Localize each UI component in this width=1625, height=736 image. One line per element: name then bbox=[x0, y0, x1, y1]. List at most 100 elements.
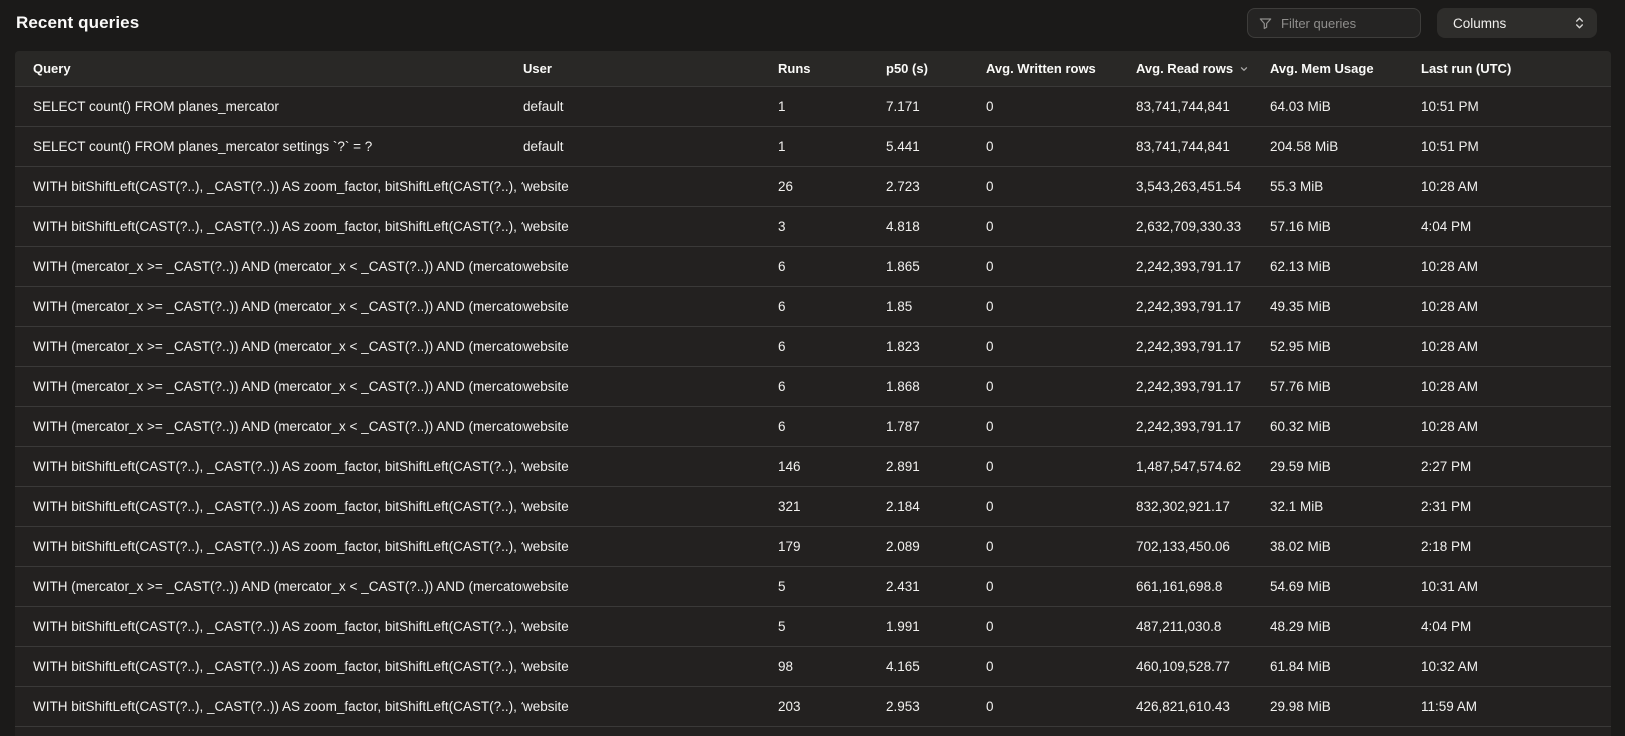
columns-select[interactable]: Columns bbox=[1437, 8, 1597, 38]
cell-runs: 179 bbox=[778, 539, 886, 554]
cell-p50: 2.953 bbox=[886, 699, 986, 714]
table-row-partial bbox=[15, 726, 1611, 736]
cell-runs: 3 bbox=[778, 219, 886, 234]
table-row[interactable]: WITH bitShiftLeft(CAST(?..), _CAST(?..))… bbox=[15, 166, 1611, 206]
cell-p50: 7.171 bbox=[886, 99, 986, 114]
cell-query: WITH bitShiftLeft(CAST(?..), _CAST(?..))… bbox=[15, 499, 523, 514]
cell-p50: 2.184 bbox=[886, 499, 986, 514]
cell-query: WITH bitShiftLeft(CAST(?..), _CAST(?..))… bbox=[15, 459, 523, 474]
cell-query: WITH (mercator_x >= _CAST(?..)) AND (mer… bbox=[15, 299, 523, 314]
column-header-read[interactable]: Avg. Read rows bbox=[1136, 61, 1270, 76]
cell-lastrun: 2:27 PM bbox=[1421, 459, 1611, 474]
table-row[interactable]: WITH bitShiftLeft(CAST(?..), _CAST(?..))… bbox=[15, 686, 1611, 726]
table-row[interactable]: WITH bitShiftLeft(CAST(?..), _CAST(?..))… bbox=[15, 526, 1611, 566]
table-row[interactable]: SELECT count() FROM planes_mercatordefau… bbox=[15, 86, 1611, 126]
cell-query: WITH bitShiftLeft(CAST(?..), _CAST(?..))… bbox=[15, 539, 523, 554]
cell-query: WITH (mercator_x >= _CAST(?..)) AND (mer… bbox=[15, 259, 523, 274]
sort-desc-chevron-icon bbox=[1239, 64, 1249, 74]
cell-lastrun: 10:28 AM bbox=[1421, 259, 1611, 274]
column-header-user[interactable]: User bbox=[523, 61, 778, 76]
column-header-query[interactable]: Query bbox=[15, 61, 523, 76]
cell-mem: 64.03 MiB bbox=[1270, 99, 1421, 114]
cell-lastrun: 10:28 AM bbox=[1421, 299, 1611, 314]
table-row[interactable]: WITH (mercator_x >= _CAST(?..)) AND (mer… bbox=[15, 286, 1611, 326]
cell-mem: 38.02 MiB bbox=[1270, 539, 1421, 554]
cell-query: WITH (mercator_x >= _CAST(?..)) AND (mer… bbox=[15, 579, 523, 594]
table-row[interactable]: WITH (mercator_x >= _CAST(?..)) AND (mer… bbox=[15, 566, 1611, 606]
cell-read: 426,821,610.43 bbox=[1136, 699, 1270, 714]
table-row[interactable]: WITH bitShiftLeft(CAST(?..), _CAST(?..))… bbox=[15, 206, 1611, 246]
cell-written: 0 bbox=[986, 419, 1136, 434]
filter-queries-input[interactable] bbox=[1281, 16, 1410, 31]
cell-user: default bbox=[523, 99, 778, 114]
column-header-written[interactable]: Avg. Written rows bbox=[986, 61, 1136, 76]
table-row[interactable]: WITH bitShiftLeft(CAST(?..), _CAST(?..))… bbox=[15, 486, 1611, 526]
cell-read: 3,543,263,451.54 bbox=[1136, 179, 1270, 194]
cell-p50: 2.891 bbox=[886, 459, 986, 474]
table-row[interactable]: WITH bitShiftLeft(CAST(?..), _CAST(?..))… bbox=[15, 646, 1611, 686]
cell-mem: 49.35 MiB bbox=[1270, 299, 1421, 314]
table-row[interactable]: WITH (mercator_x >= _CAST(?..)) AND (mer… bbox=[15, 246, 1611, 286]
cell-user: website bbox=[523, 579, 778, 594]
table-row[interactable]: WITH bitShiftLeft(CAST(?..), _CAST(?..))… bbox=[15, 446, 1611, 486]
column-header-mem[interactable]: Avg. Mem Usage bbox=[1270, 61, 1421, 76]
cell-written: 0 bbox=[986, 299, 1136, 314]
cell-user: website bbox=[523, 339, 778, 354]
chevron-up-down-icon bbox=[1574, 16, 1585, 30]
recent-queries-table: QueryUserRunsp50 (s)Avg. Written rowsAvg… bbox=[15, 51, 1611, 736]
cell-lastrun: 4:04 PM bbox=[1421, 619, 1611, 634]
cell-query: WITH (mercator_x >= _CAST(?..)) AND (mer… bbox=[15, 339, 523, 354]
column-header-label: p50 (s) bbox=[886, 61, 928, 76]
columns-select-label: Columns bbox=[1453, 16, 1506, 31]
cell-lastrun: 10:28 AM bbox=[1421, 179, 1611, 194]
column-header-label: Last run (UTC) bbox=[1421, 61, 1511, 76]
cell-read: 2,242,393,791.17 bbox=[1136, 339, 1270, 354]
cell-user: website bbox=[523, 619, 778, 634]
cell-written: 0 bbox=[986, 539, 1136, 554]
recent-queries-page: Recent queries Columns Query User Runsp50 … bbox=[0, 0, 1625, 736]
cell-user: default bbox=[523, 139, 778, 154]
cell-user: website bbox=[523, 459, 778, 474]
cell-mem: 57.76 MiB bbox=[1270, 379, 1421, 394]
cell-runs: 5 bbox=[778, 619, 886, 634]
column-header-p50[interactable]: p50 (s) bbox=[886, 61, 986, 76]
cell-lastrun: 10:28 AM bbox=[1421, 379, 1611, 394]
cell-runs: 6 bbox=[778, 379, 886, 394]
column-header-runs[interactable]: Runs bbox=[778, 61, 886, 76]
cell-query: WITH bitShiftLeft(CAST(?..), _CAST(?..))… bbox=[15, 659, 523, 674]
column-header-lastrun[interactable]: Last run (UTC) bbox=[1421, 61, 1611, 76]
table-row[interactable]: WITH (mercator_x >= _CAST(?..)) AND (mer… bbox=[15, 366, 1611, 406]
cell-runs: 6 bbox=[778, 299, 886, 314]
cell-mem: 48.29 MiB bbox=[1270, 619, 1421, 634]
column-header-label: Query bbox=[33, 61, 71, 76]
cell-p50: 4.818 bbox=[886, 219, 986, 234]
cell-user: website bbox=[523, 259, 778, 274]
cell-mem: 204.58 MiB bbox=[1270, 139, 1421, 154]
page-title: Recent queries bbox=[16, 13, 139, 33]
cell-user: website bbox=[523, 419, 778, 434]
column-header-label: User bbox=[523, 61, 552, 76]
table-row[interactable]: WITH (mercator_x >= _CAST(?..)) AND (mer… bbox=[15, 326, 1611, 366]
cell-mem: 55.3 MiB bbox=[1270, 179, 1421, 194]
cell-read: 832,302,921.17 bbox=[1136, 499, 1270, 514]
cell-read: 83,741,744,841 bbox=[1136, 99, 1270, 114]
filter-funnel-icon bbox=[1258, 16, 1273, 31]
cell-lastrun: 4:04 PM bbox=[1421, 219, 1611, 234]
table-row[interactable]: SELECT count() FROM planes_mercator sett… bbox=[15, 126, 1611, 166]
cell-query: WITH bitShiftLeft(CAST(?..), _CAST(?..))… bbox=[15, 619, 523, 634]
cell-runs: 6 bbox=[778, 419, 886, 434]
cell-p50: 1.865 bbox=[886, 259, 986, 274]
cell-user: website bbox=[523, 179, 778, 194]
cell-p50: 1.868 bbox=[886, 379, 986, 394]
cell-read: 2,242,393,791.17 bbox=[1136, 299, 1270, 314]
table-row[interactable]: WITH bitShiftLeft(CAST(?..), _CAST(?..))… bbox=[15, 606, 1611, 646]
cell-p50: 4.165 bbox=[886, 659, 986, 674]
cell-written: 0 bbox=[986, 179, 1136, 194]
table-row[interactable]: WITH (mercator_x >= _CAST(?..)) AND (mer… bbox=[15, 406, 1611, 446]
cell-runs: 203 bbox=[778, 699, 886, 714]
column-header-label: Avg. Mem Usage bbox=[1270, 61, 1374, 76]
cell-read: 487,211,030.8 bbox=[1136, 619, 1270, 634]
cell-lastrun: 10:51 PM bbox=[1421, 99, 1611, 114]
cell-lastrun: 11:59 AM bbox=[1421, 699, 1611, 714]
cell-read: 661,161,698.8 bbox=[1136, 579, 1270, 594]
